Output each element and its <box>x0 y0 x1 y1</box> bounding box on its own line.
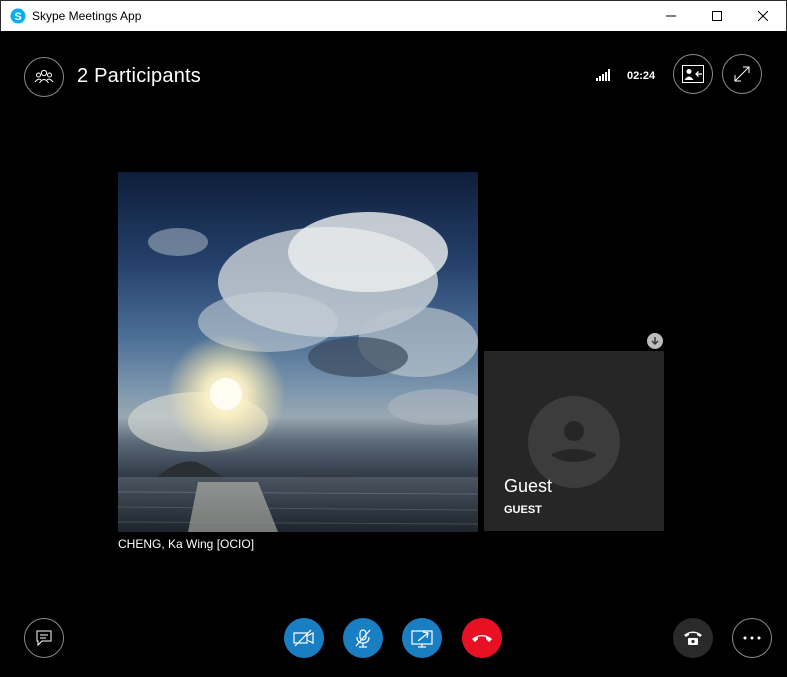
window-title: Skype Meetings App <box>32 9 142 23</box>
maximize-icon <box>712 11 722 21</box>
svg-text:S: S <box>14 11 21 23</box>
guest-display-name: Guest <box>504 476 553 496</box>
signal-strength-icon <box>596 69 610 81</box>
hang-up-button[interactable] <box>462 618 502 658</box>
main-video-feed[interactable] <box>118 172 478 532</box>
expand-icon <box>734 66 750 82</box>
video-off-icon <box>293 629 314 647</box>
meeting-stage: 2 Participants 02:24 CHENG, Ka Wing [OCI… <box>0 31 787 677</box>
maximize-button[interactable] <box>694 1 740 31</box>
present-screen-icon <box>411 630 433 648</box>
view-layout-button[interactable] <box>673 54 713 94</box>
video-frame-image <box>118 212 478 532</box>
dial-pad-button[interactable] <box>673 618 713 658</box>
more-options-button[interactable] <box>732 618 772 658</box>
mute-button[interactable] <box>343 618 383 658</box>
chat-button[interactable] <box>24 618 64 658</box>
phone-icon <box>684 631 702 645</box>
minimize-button[interactable] <box>648 1 694 31</box>
fullscreen-button[interactable] <box>722 54 762 94</box>
ellipsis-icon <box>743 636 761 640</box>
people-icon <box>34 69 54 84</box>
guest-participant-tile[interactable]: Guest GUEST <box>484 351 664 531</box>
microphone-off-icon <box>355 629 371 648</box>
arrow-down-icon <box>651 337 659 345</box>
skype-logo-icon: S <box>10 8 26 24</box>
contact-card-icon <box>682 65 704 83</box>
avatar <box>528 396 620 488</box>
close-button[interactable] <box>740 1 786 31</box>
close-icon <box>758 11 768 21</box>
pin-video-button[interactable] <box>647 333 663 349</box>
participants-button[interactable] <box>24 57 64 97</box>
call-timer: 02:24 <box>627 70 656 82</box>
title-bar: S Skype Meetings App <box>0 0 787 31</box>
minimize-icon <box>666 15 676 17</box>
participants-count[interactable]: 2 Participants <box>77 65 201 88</box>
video-toggle-button[interactable] <box>284 618 324 658</box>
main-participant-name: CHENG, Ka Wing [OCIO] <box>118 537 255 551</box>
share-content-button[interactable] <box>402 618 442 658</box>
chat-icon <box>36 630 52 647</box>
default-avatar-icon <box>552 421 596 462</box>
end-call-icon <box>472 635 492 642</box>
guest-role-label: GUEST <box>504 504 542 516</box>
